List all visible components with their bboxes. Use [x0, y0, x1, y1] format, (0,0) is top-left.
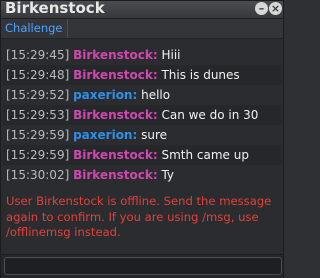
- window-title: Birkenstock: [5, 0, 105, 17]
- chat-message: [15:29:52] paxerion: hello: [3, 85, 281, 105]
- message-text: hello: [141, 88, 171, 102]
- message-text: Ty: [161, 168, 175, 182]
- timestamp: [15:29:59]: [6, 148, 70, 162]
- username[interactable]: Birkenstock:: [73, 148, 158, 162]
- message-text: Smth came up: [161, 148, 249, 162]
- timestamp: [15:30:02]: [6, 168, 70, 182]
- chat-message: [15:29:59] paxerion: sure: [3, 125, 281, 145]
- challenge-button[interactable]: Challenge: [1, 19, 68, 38]
- chat-message: [15:29:53] Birkenstock: Can we do in 30: [3, 105, 281, 125]
- message-input[interactable]: [4, 257, 282, 275]
- close-icon[interactable]: ×: [269, 2, 282, 15]
- username[interactable]: paxerion:: [73, 128, 137, 142]
- username[interactable]: Birkenstock:: [73, 48, 158, 62]
- username[interactable]: Birkenstock:: [73, 108, 158, 122]
- timestamp: [15:29:45]: [6, 48, 70, 62]
- chat-message: [15:29:45] Birkenstock: Hiii: [3, 45, 281, 65]
- tab-bar: Challenge: [1, 19, 283, 39]
- chat-message: [15:29:59] Birkenstock: Smth came up: [3, 145, 281, 165]
- timestamp: [15:29:52]: [6, 88, 70, 102]
- message-text: Can we do in 30: [161, 108, 259, 122]
- message-text: Hiii: [161, 48, 181, 62]
- timestamp: [15:29:48]: [6, 68, 70, 82]
- minimize-icon[interactable]: –: [255, 2, 268, 15]
- timestamp: [15:29:59]: [6, 128, 70, 142]
- chat-message: [15:30:02] Birkenstock: Ty: [3, 165, 281, 185]
- chat-message: [15:29:48] Birkenstock: This is dunes: [3, 65, 281, 85]
- timestamp: [15:29:53]: [6, 108, 70, 122]
- username[interactable]: paxerion:: [73, 88, 137, 102]
- message-text: This is dunes: [161, 68, 240, 82]
- title-bar[interactable]: Birkenstock – ×: [1, 0, 283, 19]
- username[interactable]: Birkenstock:: [73, 68, 158, 82]
- chat-input-bar: [1, 254, 283, 278]
- offline-notice: User Birkenstock is offline. Send the me…: [6, 194, 272, 239]
- pm-window: Birkenstock – × Challenge [15:29:45] Bir…: [0, 0, 284, 278]
- username[interactable]: Birkenstock:: [73, 168, 158, 182]
- message-text: sure: [141, 128, 168, 142]
